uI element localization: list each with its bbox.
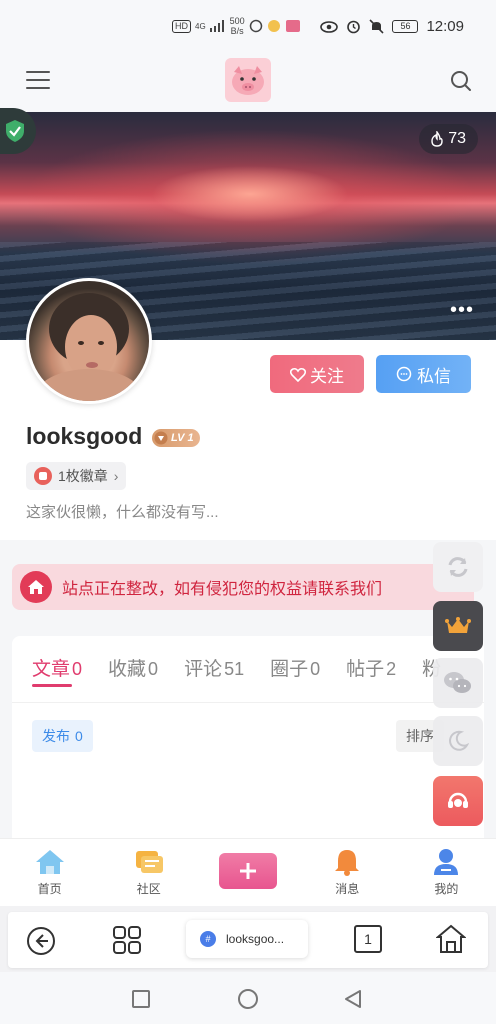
crown-icon: [445, 617, 471, 633]
medal-chip[interactable]: 1枚徽章 ›: [26, 462, 127, 490]
more-options-icon[interactable]: •••: [450, 300, 474, 320]
eye-icon: [320, 20, 339, 33]
status-left-icons: HD 4G 500 B/s: [172, 16, 301, 36]
user-icon: [430, 847, 462, 877]
avatar[interactable]: [26, 278, 152, 404]
content-tabs-card: 文章 0 收藏 0 评论 51 圈子 0 帖子 2 粉 发布 0 排序: [12, 636, 484, 846]
search-icon[interactable]: [450, 70, 472, 92]
back-icon[interactable]: [26, 926, 56, 956]
content-tabs: 文章 0 收藏 0 评论 51 圈子 0 帖子 2 粉: [32, 654, 443, 681]
private-message-button[interactable]: 私信: [376, 355, 471, 393]
active-tab-indicator: [32, 684, 72, 687]
medal-icon: [34, 467, 52, 485]
tab-articles[interactable]: 文章 0: [32, 654, 82, 681]
medal-count: 1枚徽章: [58, 468, 108, 484]
tab-favorites[interactable]: 收藏 0: [108, 654, 158, 681]
heat-counter: 73: [419, 124, 478, 154]
tab-divider: [12, 702, 484, 703]
system-navigation-bar: [0, 972, 496, 1024]
status-right-icons: 56 12:09: [320, 18, 464, 35]
follow-button[interactable]: 关注: [270, 355, 364, 393]
nav-messages[interactable]: 消息: [298, 839, 397, 906]
user-bio: 这家伙很懒，什么都没有写...: [26, 504, 219, 521]
tab-circles[interactable]: 圈子 0: [270, 654, 320, 681]
home-outline-icon[interactable]: [436, 924, 466, 954]
community-icon: [133, 847, 165, 877]
tabs-counter-button[interactable]: 1: [354, 925, 382, 953]
plus-icon: [219, 853, 277, 889]
heat-count: 73: [448, 130, 466, 147]
home-icon: [34, 847, 66, 877]
bottom-navigation: 首页 社区 消息 我的: [0, 838, 496, 906]
home-button-icon[interactable]: [238, 989, 258, 1009]
apps-grid-icon[interactable]: [112, 925, 142, 955]
publish-filter-button[interactable]: 发布 0: [32, 720, 93, 752]
nav-publish[interactable]: [198, 839, 297, 906]
refresh-button[interactable]: [433, 542, 483, 592]
tab-posts[interactable]: 帖子 2: [346, 654, 396, 681]
message-label: 私信: [417, 366, 451, 386]
chevron-right-icon: ›: [113, 468, 119, 484]
signal-label: 4G: [195, 21, 206, 31]
moon-icon: [449, 730, 469, 751]
app-header: [0, 56, 496, 112]
shield-level-icon: [154, 431, 168, 445]
wechat-button[interactable]: [433, 658, 483, 708]
status-bar: HD 4G 500 B/s 56 12:09: [0, 0, 496, 56]
dark-mode-button[interactable]: [433, 716, 483, 766]
app-notification-icon-2: [285, 20, 300, 32]
network-speed: 500 B/s: [229, 16, 245, 36]
follow-label: 关注: [310, 366, 344, 386]
battery-indicator: 56: [392, 20, 419, 33]
site-favicon-icon: #: [200, 931, 216, 947]
hd-badge: HD: [172, 19, 191, 33]
chat-icon: [396, 366, 412, 382]
site-notice: 站点正在整改，如有侵犯您的权益请联系我们: [12, 564, 474, 610]
nav-community[interactable]: 社区: [99, 839, 198, 906]
notice-text: 站点正在整改，如有侵犯您的权益请联系我们: [62, 581, 383, 598]
url-text: looksgoo...: [226, 932, 285, 946]
level-badge: LV 1: [152, 429, 200, 447]
customer-service-button[interactable]: [433, 776, 483, 826]
fire-icon: [431, 131, 443, 147]
refresh-icon: [448, 557, 468, 577]
home-notice-icon: [20, 571, 52, 603]
hamburger-icon[interactable]: [26, 70, 50, 90]
bell-icon: [331, 847, 363, 877]
heart-icon: [290, 367, 306, 382]
pig-logo-icon[interactable]: [225, 58, 271, 102]
vip-button[interactable]: [433, 601, 483, 651]
clock: 12:09: [426, 18, 464, 35]
address-bar[interactable]: # looksgoo...: [186, 920, 308, 958]
browser-toolbar: # looksgoo... 1: [0, 906, 496, 972]
nav-profile[interactable]: 我的: [397, 839, 496, 906]
app-notification-icon: [267, 20, 280, 32]
wechat-icon: [444, 672, 471, 693]
username: looksgood: [26, 423, 143, 449]
sync-icon: [249, 19, 262, 33]
tab-comments[interactable]: 评论 51: [184, 654, 244, 681]
signal-icon: [209, 20, 224, 32]
nav-home[interactable]: 首页: [0, 839, 99, 906]
headset-icon: [448, 792, 468, 808]
system-back-icon[interactable]: [343, 989, 363, 1009]
recent-apps-icon[interactable]: [132, 990, 150, 1008]
mute-icon: [369, 19, 385, 34]
alarm-icon: [347, 20, 361, 34]
